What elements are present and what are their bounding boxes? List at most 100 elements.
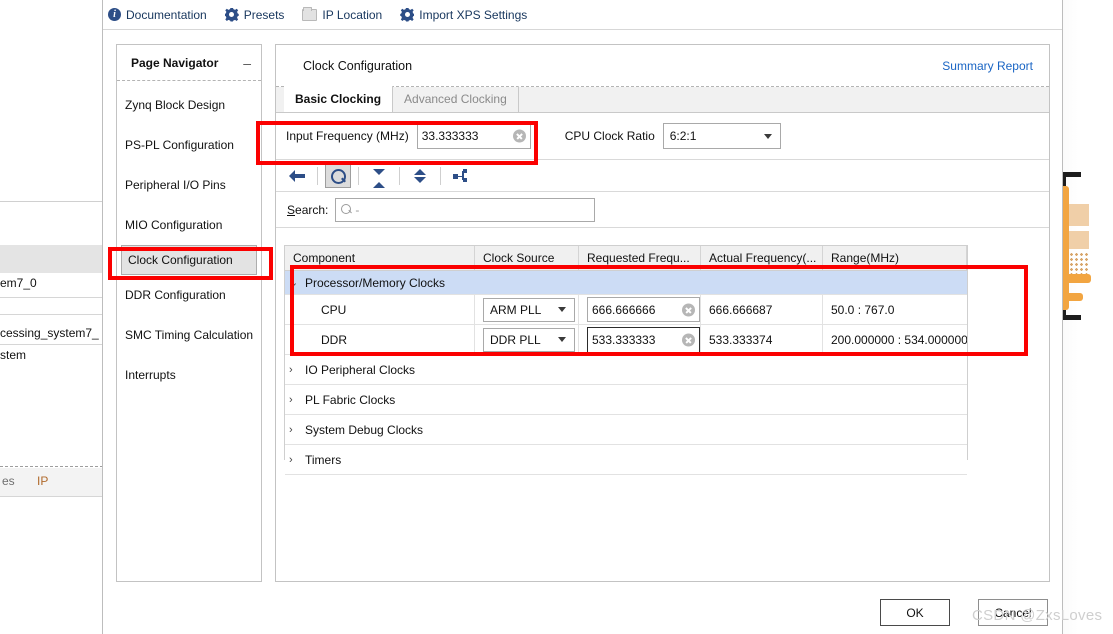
table-row[interactable]: CPU ARM PLL 666.666666 666.666687 50.0:… xyxy=(285,295,967,325)
cell-range: 200.000000 : 534.000000 xyxy=(823,325,967,354)
cell-value: 666.666687 xyxy=(709,302,773,317)
cancel-label: Cancel xyxy=(994,605,1032,620)
tree-view-button[interactable] xyxy=(448,164,474,188)
sidebar-item-interrupts[interactable]: Interrupts xyxy=(117,355,261,395)
table-header-row: Component Clock Source Requested Frequ..… xyxy=(285,246,967,271)
column-label: Actual Frequency(... xyxy=(709,251,817,265)
back-icon xyxy=(289,170,305,182)
tab-advanced-clocking[interactable]: Advanced Clocking xyxy=(393,86,519,112)
bg-tab-sources[interactable]: es xyxy=(2,474,15,488)
chevron-down-icon xyxy=(558,337,566,342)
zynq-customization-dialog: i Documentation Presets IP Location Impo… xyxy=(103,0,1062,634)
expand-all-button[interactable] xyxy=(407,164,433,188)
ip-location-button[interactable]: IP Location xyxy=(302,6,382,22)
cell-value: 533.333333 xyxy=(592,332,656,347)
cpu-clock-source-select[interactable]: ARM PLL xyxy=(483,297,575,322)
folder-icon xyxy=(302,6,318,21)
bg-tree-row[interactable]: em7_0 xyxy=(0,276,103,290)
chevron-down-icon[interactable]: ⌄ xyxy=(289,276,303,289)
tab-label: Advanced Clocking xyxy=(404,92,507,106)
clocking-tabstrip: Basic Clocking Advanced Clocking xyxy=(276,86,1049,113)
table-group-row[interactable]: › System Debug Clocks xyxy=(285,415,967,445)
summary-report-link[interactable]: Summary Report xyxy=(942,59,1033,73)
divider xyxy=(0,496,103,497)
table-group-row[interactable]: ⌄ Processor/Memory Clocks xyxy=(285,271,967,295)
cancel-button[interactable]: Cancel xyxy=(978,599,1048,626)
sidebar-item-label: MIO Configuration xyxy=(125,218,223,232)
ddr-clock-source-select[interactable]: DDR PLL xyxy=(483,327,575,352)
page-navigator-panel: Page Navigator – Zynq Block Design PS-PL… xyxy=(116,44,262,582)
bg-bottom-panel: Messages Log a "system" rk\VivadoDADA\pr… xyxy=(0,506,103,634)
cell-value: DDR xyxy=(321,332,347,347)
chevron-right-icon[interactable]: › xyxy=(289,424,303,436)
import-xps-settings-button[interactable]: Import XPS Settings xyxy=(400,8,527,22)
clock-configuration-panel: Clock Configuration Summary Report Basic… xyxy=(275,44,1050,582)
minimize-icon[interactable]: – xyxy=(243,56,251,70)
bg-toolstrip xyxy=(0,180,103,202)
table-group-row[interactable]: › Timers xyxy=(285,445,967,475)
search-icon xyxy=(341,204,352,215)
column-label: Clock Source xyxy=(483,251,555,265)
tab-basic-clocking[interactable]: Basic Clocking xyxy=(284,86,394,112)
ok-button[interactable]: OK xyxy=(880,599,950,626)
column-header-actual-frequency: Actual Frequency(... xyxy=(701,246,823,270)
chevron-right-icon[interactable]: › xyxy=(289,394,303,406)
bg-tree-row-label: em7_0 xyxy=(0,276,37,290)
divider xyxy=(440,166,441,185)
clear-icon[interactable] xyxy=(682,333,695,346)
search-input[interactable]: - xyxy=(335,197,596,222)
cell-requested-frequency: 533.333333 xyxy=(579,325,701,354)
divider xyxy=(0,314,103,315)
bg-tab-ip[interactable]: IP xyxy=(37,474,48,488)
cell-component: CPU xyxy=(285,295,475,324)
tab-label: Basic Clocking xyxy=(295,92,382,106)
sidebar-item-label: SMC Timing Calculation xyxy=(125,328,254,342)
table-group-row[interactable]: › PL Fabric Clocks xyxy=(285,385,967,415)
group-label: PL Fabric Clocks xyxy=(305,392,396,407)
bg-tree-row[interactable]: cessing_system7_ xyxy=(0,326,103,340)
column-label: Range(MHz) xyxy=(831,251,900,265)
clear-icon[interactable] xyxy=(682,303,695,316)
input-frequency-field[interactable]: 33.333333 xyxy=(416,123,531,149)
sidebar-item-ps-pl-configuration[interactable]: PS-PL Configuration xyxy=(117,125,261,165)
sidebar-item-peripheral-io-pins[interactable]: Peripheral I/O Pins xyxy=(117,165,261,205)
documentation-label: Documentation xyxy=(126,7,207,22)
back-button[interactable] xyxy=(284,164,310,188)
group-label: Processor/Memory Clocks xyxy=(305,275,446,290)
bg-tree-row[interactable]: stem xyxy=(0,348,103,362)
sidebar-item-ddr-configuration[interactable]: DDR Configuration xyxy=(117,275,261,315)
cpu-clock-ratio-select[interactable]: 6:2:1 xyxy=(662,123,781,149)
cell-value: 50.0 : 767.0 xyxy=(831,302,895,317)
column-header-requested-frequency: Requested Frequ... xyxy=(579,246,701,270)
presets-label: Presets xyxy=(243,7,285,22)
page-navigator-header: Page Navigator – xyxy=(117,45,261,81)
dialog-body: Page Navigator – Zynq Block Design PS-PL… xyxy=(103,30,1062,596)
bg-grey-band xyxy=(0,245,103,273)
divider xyxy=(0,344,103,345)
tree-view-icon xyxy=(453,168,469,183)
sidebar-item-smc-timing-calculation[interactable]: SMC Timing Calculation xyxy=(117,315,261,355)
sidebar-item-label: Zynq Block Design xyxy=(125,98,226,112)
chevron-right-icon[interactable]: › xyxy=(289,364,303,376)
clear-icon[interactable] xyxy=(512,129,526,143)
table-group-row[interactable]: › IO Peripheral Clocks xyxy=(285,355,967,385)
group-label: System Debug Clocks xyxy=(305,422,424,437)
bg-left-panel: em7_0 cessing_system7_ stem es IP xyxy=(0,0,103,505)
cpu-requested-frequency-field[interactable]: 666.666666 xyxy=(587,297,700,322)
sidebar-item-label: DDR Configuration xyxy=(125,288,226,302)
sidebar-item-clock-configuration[interactable]: Clock Configuration xyxy=(121,245,257,275)
documentation-button[interactable]: i Documentation xyxy=(108,8,207,22)
gear-icon xyxy=(400,8,414,22)
sidebar-item-zynq-block-design[interactable]: Zynq Block Design xyxy=(117,85,261,125)
search-toggle-button[interactable] xyxy=(325,163,351,188)
table-row[interactable]: DDR DDR PLL 533.333333 533.333374 200.00… xyxy=(285,325,967,355)
sidebar-item-mio-configuration[interactable]: MIO Configuration xyxy=(117,205,261,245)
ddr-requested-frequency-field[interactable]: 533.333333 xyxy=(587,326,700,353)
ip-block-port xyxy=(1065,274,1091,283)
collapse-all-button[interactable] xyxy=(366,164,392,188)
presets-button[interactable]: Presets xyxy=(225,7,285,22)
sidebar-item-label: Peripheral I/O Pins xyxy=(125,178,226,192)
chevron-right-icon[interactable]: › xyxy=(289,454,303,466)
cell-actual-frequency: 666.666687 xyxy=(701,295,823,324)
cpu-clock-ratio-value: 6:2:1 xyxy=(669,129,697,143)
